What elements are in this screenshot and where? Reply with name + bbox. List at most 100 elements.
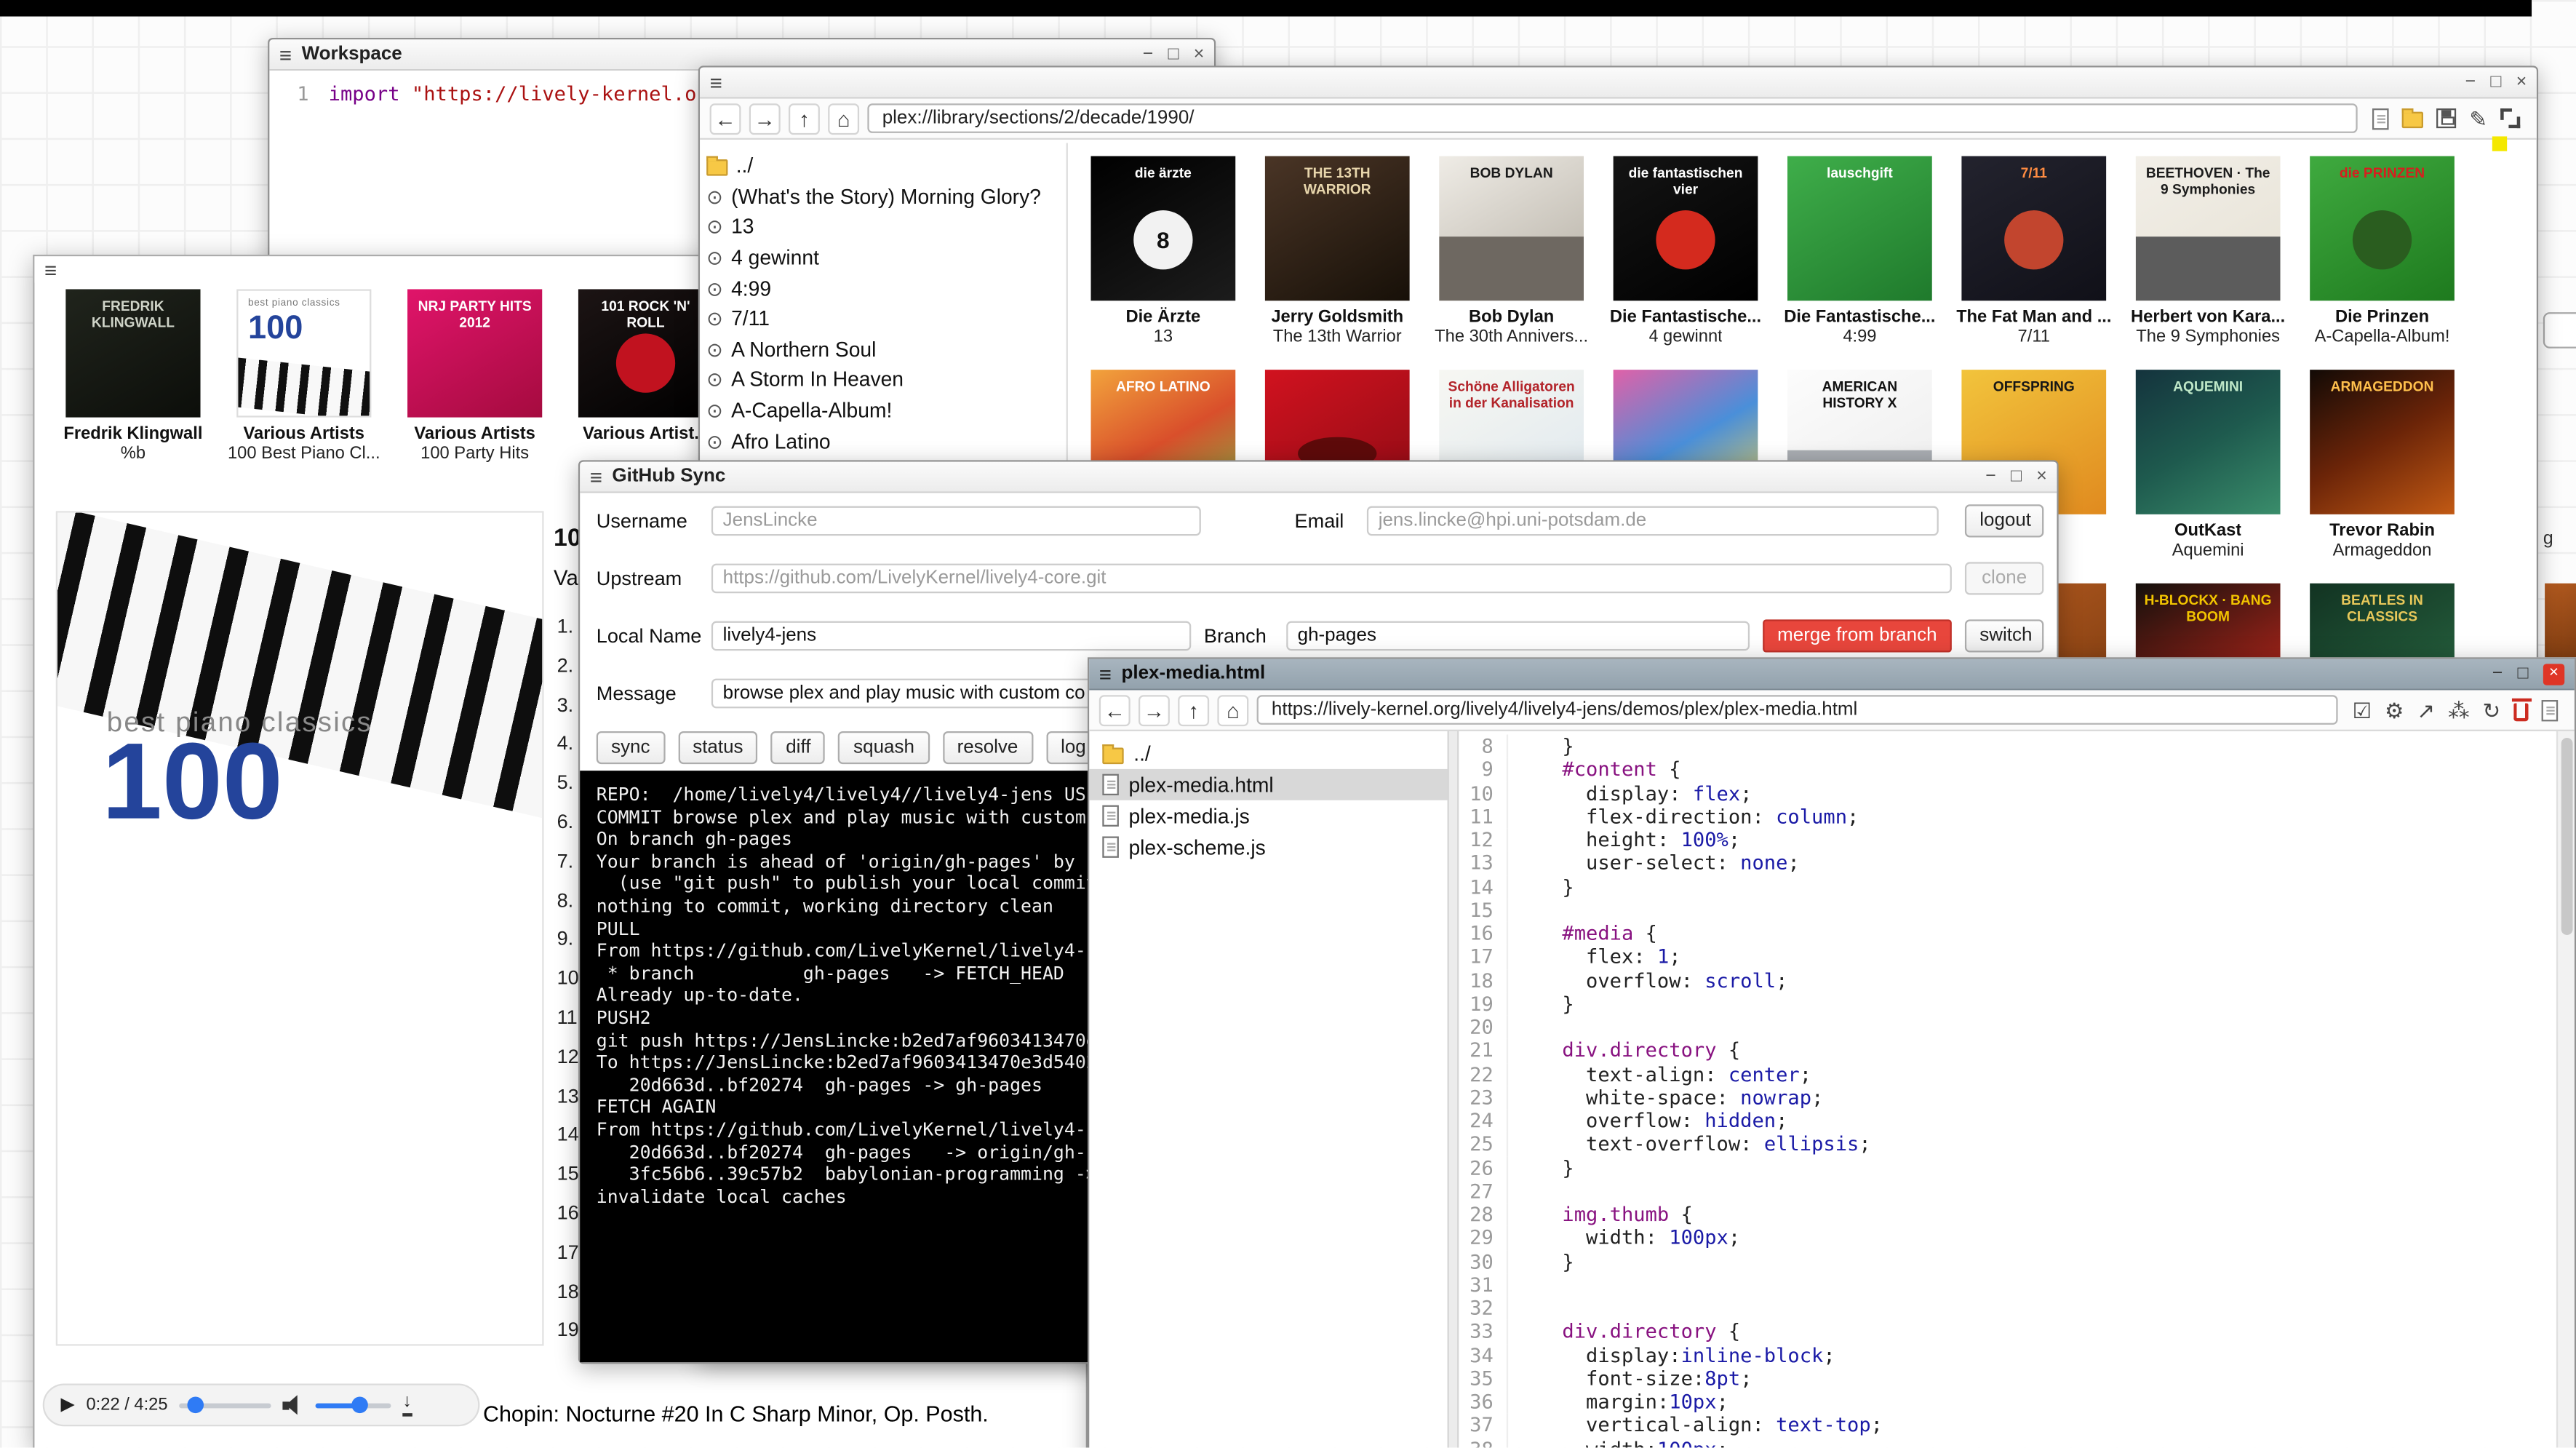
volume-icon[interactable] xyxy=(283,1395,304,1415)
album-cover[interactable]: 7/11 xyxy=(1961,156,2106,301)
auto-save-checkbox-icon[interactable]: ☑ xyxy=(2353,699,2372,720)
album-item[interactable]: die fantastischen vierDie Fantastische..… xyxy=(1598,156,1772,347)
clone-button[interactable]: clone xyxy=(1965,562,2043,594)
new-file-icon[interactable] xyxy=(2372,108,2389,129)
branch-input[interactable] xyxy=(1286,621,1750,651)
splitter-handle[interactable] xyxy=(1448,731,1459,1448)
sidebar-item[interactable]: ⊙4:99 xyxy=(706,274,1060,304)
album-cover[interactable]: AQUEMINI xyxy=(2136,370,2281,514)
sidebar-item[interactable]: ⊙4 gewinnt xyxy=(706,243,1060,274)
close-button[interactable]: × xyxy=(2516,73,2527,91)
album-cover[interactable]: BEETHOVEN · The 9 Symphonies xyxy=(2136,156,2281,301)
address-input[interactable] xyxy=(867,103,2357,133)
merge-from-branch-button[interactable]: merge from branch xyxy=(1763,619,1952,652)
album-item[interactable]: BEETHOVEN · The 9 SymphoniesHerbert von … xyxy=(2121,156,2294,347)
close-button[interactable]: × xyxy=(2036,467,2047,485)
album-item[interactable]: AQUEMINIOutKastAquemini xyxy=(2121,370,2294,560)
sidebar-item[interactable]: ../ xyxy=(706,151,1060,182)
action-button-resolve[interactable]: resolve xyxy=(942,731,1032,764)
sidebar-item[interactable]: ⊙7/11 xyxy=(706,304,1060,335)
up-button[interactable]: ↑ xyxy=(1178,694,1209,725)
switch-branch-button[interactable]: switch xyxy=(1965,619,2043,652)
sidebar-item[interactable]: ⊙A Northern Soul xyxy=(706,335,1060,365)
new-file-icon[interactable] xyxy=(2542,699,2559,720)
refresh-icon[interactable]: ↻ xyxy=(2483,699,2501,720)
sitemap-icon[interactable]: ⁂ xyxy=(2448,699,2469,720)
sidebar-item[interactable]: ⊙Afro Latino xyxy=(706,426,1060,457)
edit-pencil-icon[interactable]: ✎ xyxy=(2469,108,2487,129)
minimize-button[interactable]: − xyxy=(2492,664,2503,683)
sidebar-item[interactable]: ⊙A Storm In Heaven xyxy=(706,365,1060,396)
forward-button[interactable]: → xyxy=(749,103,781,134)
minimize-button[interactable]: − xyxy=(2465,73,2476,91)
album-cover[interactable]: THE 13TH WARRIOR xyxy=(1265,156,1410,301)
sidebar-item[interactable]: ⊙(What's the Story) Morning Glory? xyxy=(706,182,1060,212)
maximize-button[interactable]: □ xyxy=(2011,467,2022,485)
play-icon[interactable]: ▶ xyxy=(61,1396,75,1414)
minimize-button[interactable]: − xyxy=(1985,467,1996,485)
home-button[interactable]: ⌂ xyxy=(828,103,859,134)
open-external-icon[interactable]: ↗ xyxy=(2417,699,2435,720)
close-button[interactable]: × xyxy=(2543,663,2564,684)
album-item[interactable]: die PRINZENDie PrinzenA-Capella-Album! xyxy=(2295,156,2469,347)
file-item[interactable]: ../ xyxy=(1089,738,1447,769)
album-item[interactable]: NRJ PARTY HITS 2012Various Artists100 Pa… xyxy=(389,289,560,463)
sidebar-item[interactable]: ⊙A-Capella-Album! xyxy=(706,396,1060,426)
file-item[interactable]: plex-scheme.js xyxy=(1089,832,1447,863)
action-button-sync[interactable]: sync xyxy=(597,731,665,764)
address-input[interactable] xyxy=(1257,695,2338,725)
album-cover[interactable]: best piano classics100 xyxy=(236,289,371,417)
local-name-input[interactable] xyxy=(711,621,1191,651)
menu-icon[interactable]: ≡ xyxy=(1099,663,1112,684)
volume-slider[interactable] xyxy=(316,1402,391,1407)
maximize-button[interactable]: □ xyxy=(1168,45,1179,63)
file-item[interactable]: plex-media.html xyxy=(1089,769,1447,800)
upstream-input[interactable] xyxy=(711,564,1952,594)
github-titlebar[interactable]: ≡ GitHub Sync − □ × xyxy=(580,462,2057,493)
action-button-status[interactable]: status xyxy=(678,731,758,764)
sidebar-item[interactable]: ⊙13 xyxy=(706,212,1060,243)
save-icon[interactable] xyxy=(2436,108,2456,128)
home-button[interactable]: ⌂ xyxy=(1217,694,1248,725)
audio-player[interactable]: ▶ 0:22 / 4:25 ↓ xyxy=(43,1383,480,1426)
scrollbar-thumb[interactable] xyxy=(2561,738,2573,935)
menu-icon[interactable]: ≡ xyxy=(279,44,292,65)
code-editor[interactable]: 8 }9 #content {10 display: flex;11 flex-… xyxy=(1459,731,2574,1448)
maximize-button[interactable]: □ xyxy=(2517,664,2528,683)
album-cover[interactable]: FREDRIK KLINGWALL xyxy=(65,289,200,417)
album-cover[interactable]: 8die ärzte xyxy=(1091,156,1236,301)
back-button[interactable]: ← xyxy=(710,103,741,134)
editor-titlebar[interactable]: ≡ plex-media.html − □ × xyxy=(1089,659,2575,691)
seek-slider[interactable] xyxy=(179,1402,271,1407)
fullscreen-icon[interactable] xyxy=(2500,108,2520,128)
forward-button[interactable]: → xyxy=(1139,694,1170,725)
album-cover[interactable]: die fantastischen vier xyxy=(1614,156,1758,301)
album-item[interactable]: ARMAGEDDONTrevor RabinArmageddon xyxy=(2295,370,2469,560)
seek-handle[interactable] xyxy=(188,1397,204,1414)
plex-titlebar[interactable]: ≡ − □ × xyxy=(700,68,2537,99)
action-button-squash[interactable]: squash xyxy=(839,731,929,764)
action-button-diff[interactable]: diff xyxy=(771,731,826,764)
album-item[interactable]: FREDRIK KLINGWALLFredrik Klingwall%b xyxy=(47,289,218,463)
maximize-button[interactable]: □ xyxy=(2490,73,2501,91)
album-cover[interactable]: die PRINZEN xyxy=(2310,156,2455,301)
menu-icon[interactable]: ≡ xyxy=(44,259,57,280)
close-button[interactable]: × xyxy=(1194,45,1205,63)
album-item[interactable]: 7/11The Fat Man and ...7/11 xyxy=(1947,156,2121,347)
album-item[interactable]: lauschgiftDie Fantastische...4:99 xyxy=(1773,156,1947,347)
album-cover[interactable]: 101 ROCK 'N' ROLL xyxy=(578,289,713,417)
menu-icon[interactable]: ≡ xyxy=(710,71,722,92)
minimize-button[interactable]: − xyxy=(1143,45,1154,63)
album-cover[interactable]: NRJ PARTY HITS 2012 xyxy=(407,289,542,417)
email-input[interactable] xyxy=(1367,506,1939,536)
album-cover[interactable]: lauschgift xyxy=(1787,156,1932,301)
menu-icon[interactable]: ≡ xyxy=(590,466,602,487)
album-cover[interactable]: BOB DYLAN xyxy=(1439,156,1584,301)
back-button[interactable]: ← xyxy=(1099,694,1131,725)
delete-icon[interactable] xyxy=(2513,704,2528,722)
folder-icon[interactable] xyxy=(2402,112,2423,129)
logout-button[interactable]: logout xyxy=(1965,504,2043,537)
album-item[interactable]: 8die ärzteDie Ärzte13 xyxy=(1076,156,1250,347)
album-item[interactable]: BOB DYLANBob DylanThe 30th Annivers... xyxy=(1424,156,1598,347)
album-cover[interactable]: ARMAGEDDON xyxy=(2310,370,2455,514)
